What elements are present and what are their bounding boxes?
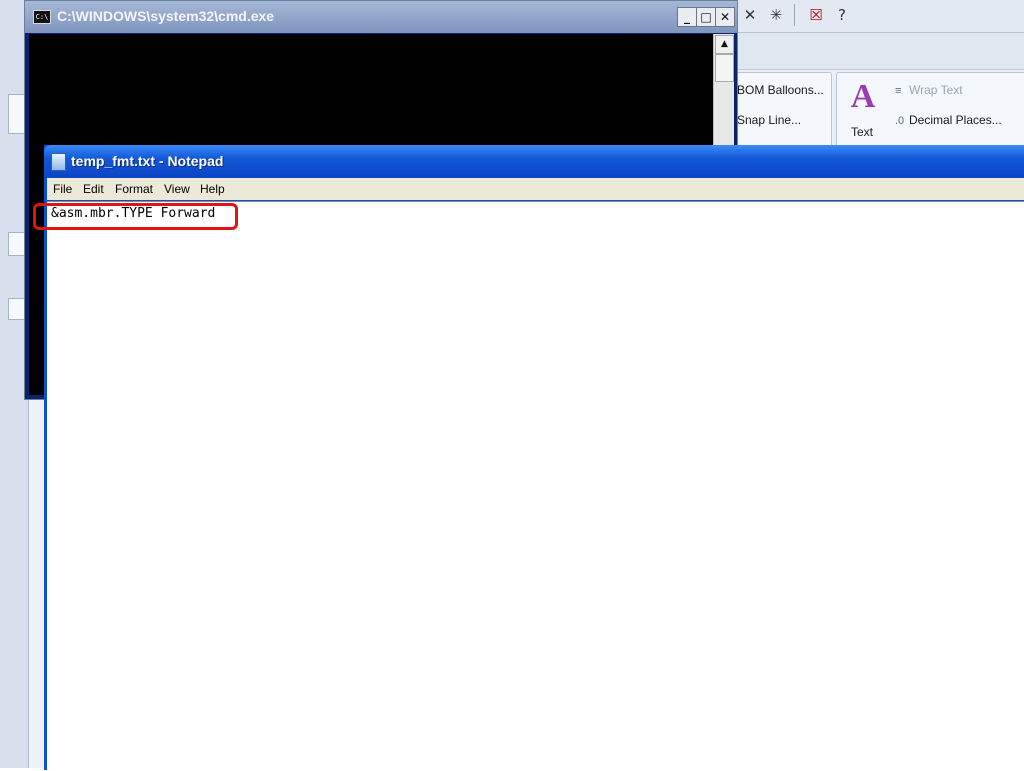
wrap-text-button[interactable]: ≡ Wrap Text	[895, 83, 963, 97]
wrap-text-label: Wrap Text	[909, 83, 963, 97]
notepad-menu-bar: File Edit Format View Help	[47, 178, 1024, 200]
explode-dims-icon[interactable]: ✳	[766, 5, 786, 25]
close-box-icon[interactable]: ☒	[806, 5, 826, 25]
scroll-thumb[interactable]	[715, 54, 734, 82]
cmd-close-button[interactable]: ✕	[715, 7, 735, 27]
notepad-app-icon[interactable]	[51, 153, 66, 171]
menu-edit[interactable]: Edit	[83, 182, 104, 196]
whats-this-help-icon[interactable]: ?	[832, 5, 852, 25]
decimal-places-icon: .0	[895, 115, 905, 127]
scroll-up-arrow-icon[interactable]: ▲	[715, 35, 734, 54]
wrap-text-icon: ≡	[895, 85, 902, 97]
ribbon-group-annotation: BOM Balloons... Snap Line...	[732, 72, 832, 148]
menu-view[interactable]: View	[164, 182, 190, 196]
highlight-annotation	[33, 203, 238, 230]
cmd-title-bar[interactable]: C:\ C:\WINDOWS\system32\cmd.exe _ □ ✕	[25, 1, 737, 33]
decimal-places-label: Decimal Places...	[909, 113, 1002, 127]
cmd-minimize-button[interactable]: _	[677, 7, 697, 27]
notepad-title: temp_fmt.txt - Notepad	[71, 153, 224, 169]
notepad-title-bar[interactable]: temp_fmt.txt - Notepad	[44, 145, 1024, 178]
ribbon-group-text: A Text ≡ Wrap Text .0 Decimal Places...	[836, 72, 1024, 148]
cad-toolbar: ✕ ✳ ☒ ?	[736, 0, 1024, 33]
notepad-window[interactable]: temp_fmt.txt - Notepad File Edit Format …	[44, 145, 1024, 771]
cmd-title: C:\WINDOWS\system32\cmd.exe	[57, 8, 275, 24]
snap-line-button[interactable]: Snap Line...	[737, 113, 801, 127]
notepad-text-area[interactable]: &asm.mbr.TYPE Forward	[47, 201, 1024, 771]
toolbar-separator	[794, 4, 795, 26]
text-style-label[interactable]: Text	[851, 125, 873, 139]
cmd-app-icon[interactable]: C:\	[33, 10, 51, 24]
menu-help[interactable]: Help	[200, 182, 225, 196]
text-style-icon[interactable]: A	[847, 80, 879, 114]
cad-ribbon-tabs	[736, 33, 1024, 70]
cmd-maximize-button[interactable]: □	[696, 7, 716, 27]
cad-ribbon: BOM Balloons... Snap Line... A Text ≡ Wra…	[732, 70, 1024, 148]
bom-balloons-button[interactable]: BOM Balloons...	[737, 83, 824, 97]
cross-dims-icon[interactable]: ✕	[740, 5, 760, 25]
menu-format[interactable]: Format	[115, 182, 153, 196]
decimal-places-button[interactable]: .0 Decimal Places...	[895, 113, 1002, 127]
menu-file[interactable]: File	[53, 182, 72, 196]
